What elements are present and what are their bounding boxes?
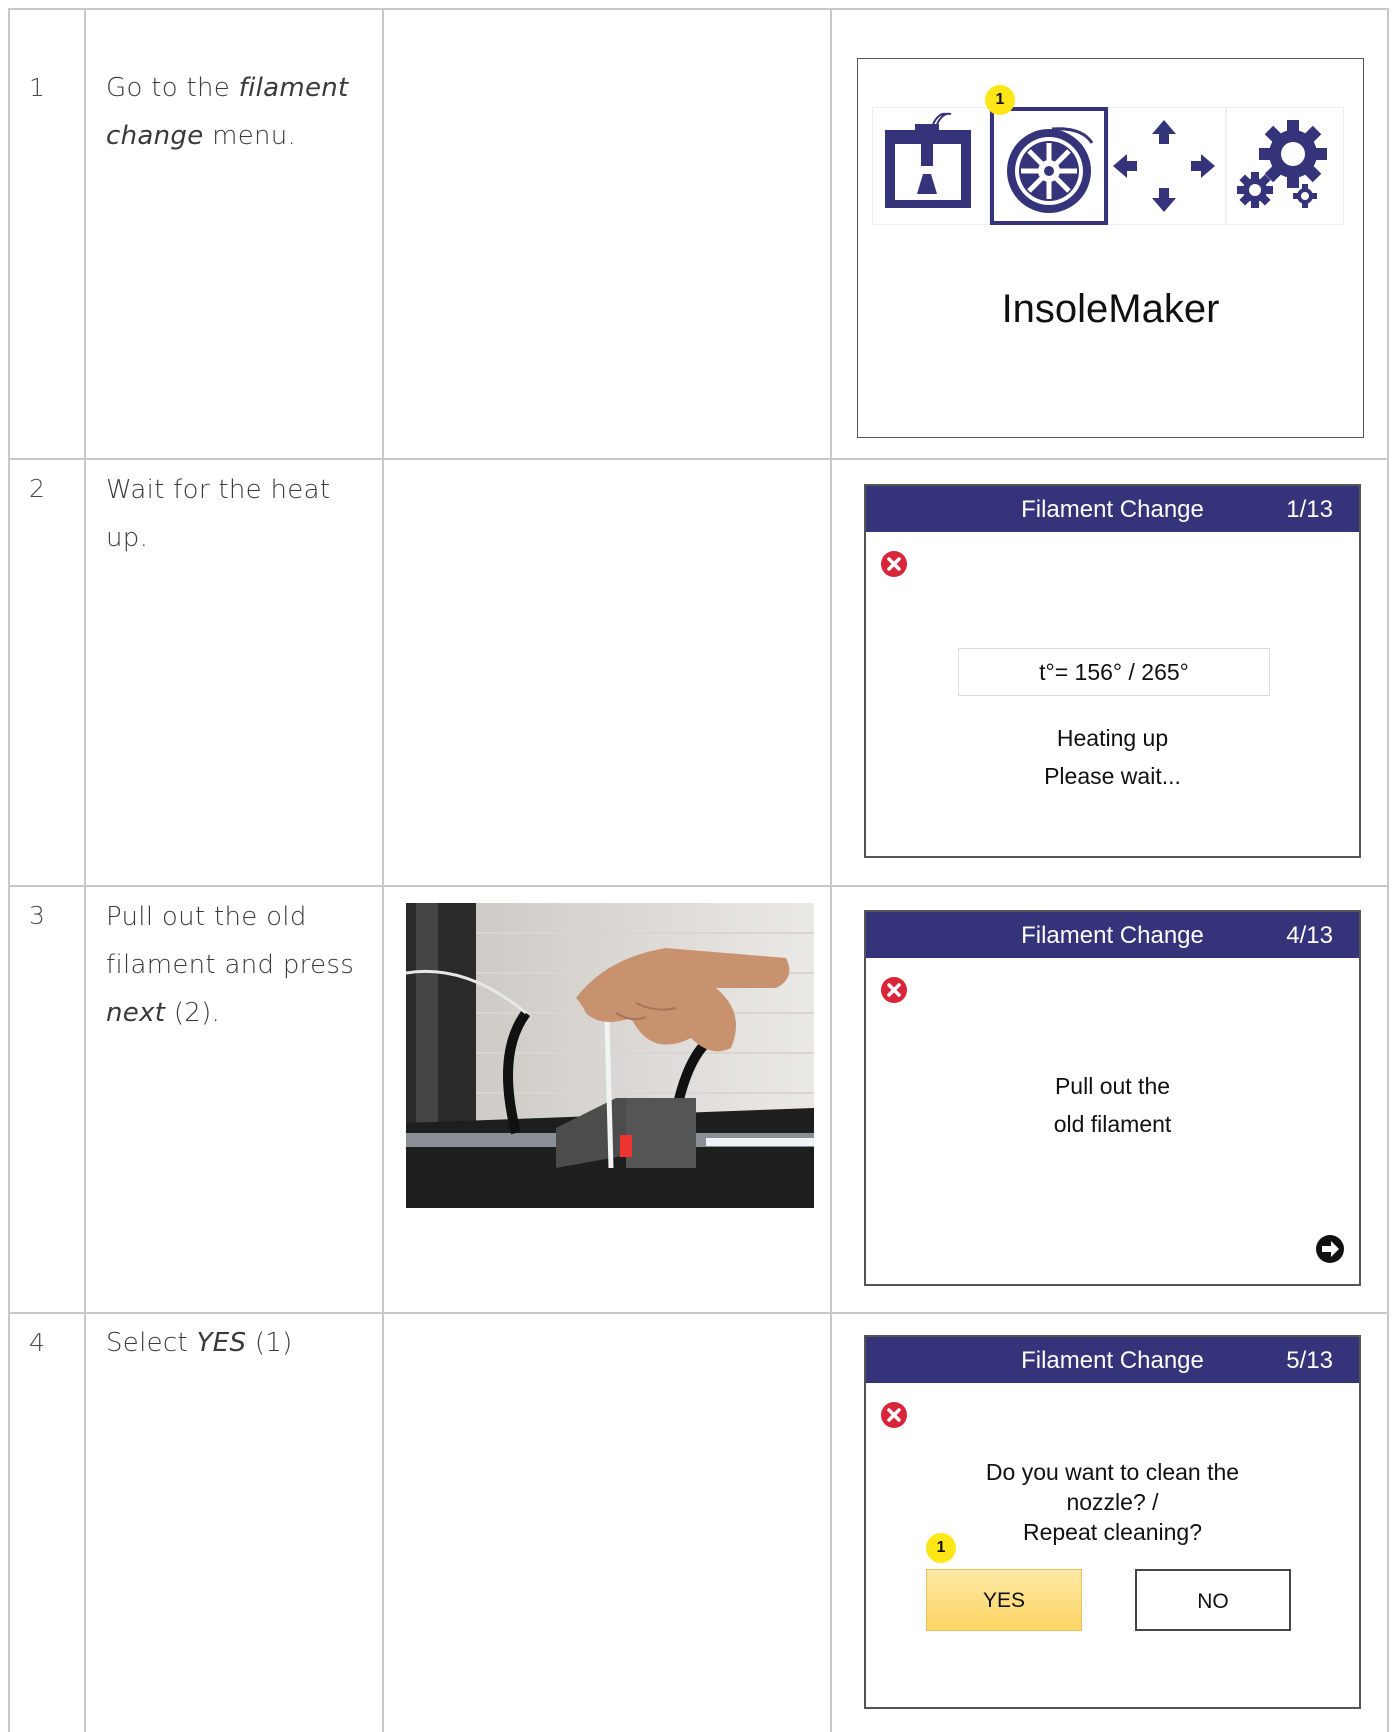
dialog-message-line: Do you want to clean the xyxy=(985,1459,1240,1485)
dialog-message-line: old filament xyxy=(1053,1111,1172,1137)
close-icon[interactable] xyxy=(880,1401,908,1429)
text-part: (1) xyxy=(246,1328,293,1358)
step-instruction: Pull out the old filament and press next… xyxy=(106,893,376,1037)
dialog-step-counter: 4/13 xyxy=(1286,922,1333,949)
table-border-left xyxy=(8,8,10,1732)
printer-main-menu: 1 InsoleMaker xyxy=(857,58,1364,438)
text-part: Go to the xyxy=(106,73,239,103)
table-divider xyxy=(382,8,384,1732)
dialog-header: Filament Change 1/13 xyxy=(866,486,1359,532)
printer-filament-photo xyxy=(406,903,814,1208)
machine-name: InsoleMaker xyxy=(1001,287,1220,331)
table-row-divider xyxy=(8,1312,1389,1314)
table-row-divider xyxy=(8,458,1389,460)
next-arrow-icon[interactable] xyxy=(1315,1234,1345,1264)
text-part: Select xyxy=(106,1328,197,1358)
callout-marker: 1 xyxy=(926,1533,956,1563)
text-emphasis: next xyxy=(106,998,166,1028)
step-number: 4 xyxy=(29,1328,45,1357)
table-divider xyxy=(84,8,86,1732)
step-number: 2 xyxy=(29,474,45,503)
callout-marker: 1 xyxy=(985,85,1015,115)
text-part: menu. xyxy=(203,121,297,151)
dialog-header: Filament Change 5/13 xyxy=(866,1337,1359,1383)
table-divider xyxy=(830,8,832,1732)
dialog-title: Filament Change xyxy=(1021,1347,1204,1374)
table-row-divider xyxy=(8,885,1389,887)
close-icon[interactable] xyxy=(880,976,908,1004)
dialog-message-line: Please wait... xyxy=(1044,763,1181,789)
move-arrows-icon[interactable] xyxy=(1108,107,1226,225)
table-border-top xyxy=(8,8,1389,10)
text-emphasis: YES xyxy=(196,1328,247,1358)
yes-button[interactable]: YES xyxy=(926,1569,1082,1631)
text-part: Pull out the old filament and press xyxy=(106,902,355,980)
dialog-header: Filament Change 4/13 xyxy=(866,912,1359,958)
dialog-title: Filament Change xyxy=(1021,922,1204,949)
dialog-title: Filament Change xyxy=(1021,496,1204,523)
step-number: 1 xyxy=(29,73,45,102)
dialog-step-counter: 1/13 xyxy=(1286,496,1333,523)
settings-gears-icon[interactable] xyxy=(1226,107,1344,225)
filament-change-dialog: Filament Change 4/13 Pull out the old fi… xyxy=(864,910,1361,1286)
dialog-message-line: Pull out the xyxy=(1054,1073,1171,1099)
filament-change-dialog: Filament Change 1/13 t°= 156° / 265° Hea… xyxy=(864,484,1361,858)
close-icon[interactable] xyxy=(880,550,908,578)
filament-spool-icon[interactable] xyxy=(990,107,1108,225)
temperature-readout: t°= 156° / 265° xyxy=(958,648,1270,696)
printer-icon[interactable] xyxy=(872,107,990,225)
step-number: 3 xyxy=(29,901,45,930)
filament-change-dialog: Filament Change 5/13 Do you want to clea… xyxy=(864,1335,1361,1709)
no-button[interactable]: NO xyxy=(1135,1569,1291,1631)
dialog-message-line: nozzle? / xyxy=(1066,1489,1159,1515)
table-border-right xyxy=(1387,8,1389,1732)
step-instruction: Select YES (1) xyxy=(106,1319,366,1367)
step-instruction: Wait for the heat up. xyxy=(106,475,331,553)
step-instruction: Go to the filament change menu. xyxy=(106,64,376,160)
text-part: (2). xyxy=(165,998,221,1028)
dialog-message-line: Heating up xyxy=(1056,725,1169,751)
dialog-step-counter: 5/13 xyxy=(1286,1347,1333,1374)
